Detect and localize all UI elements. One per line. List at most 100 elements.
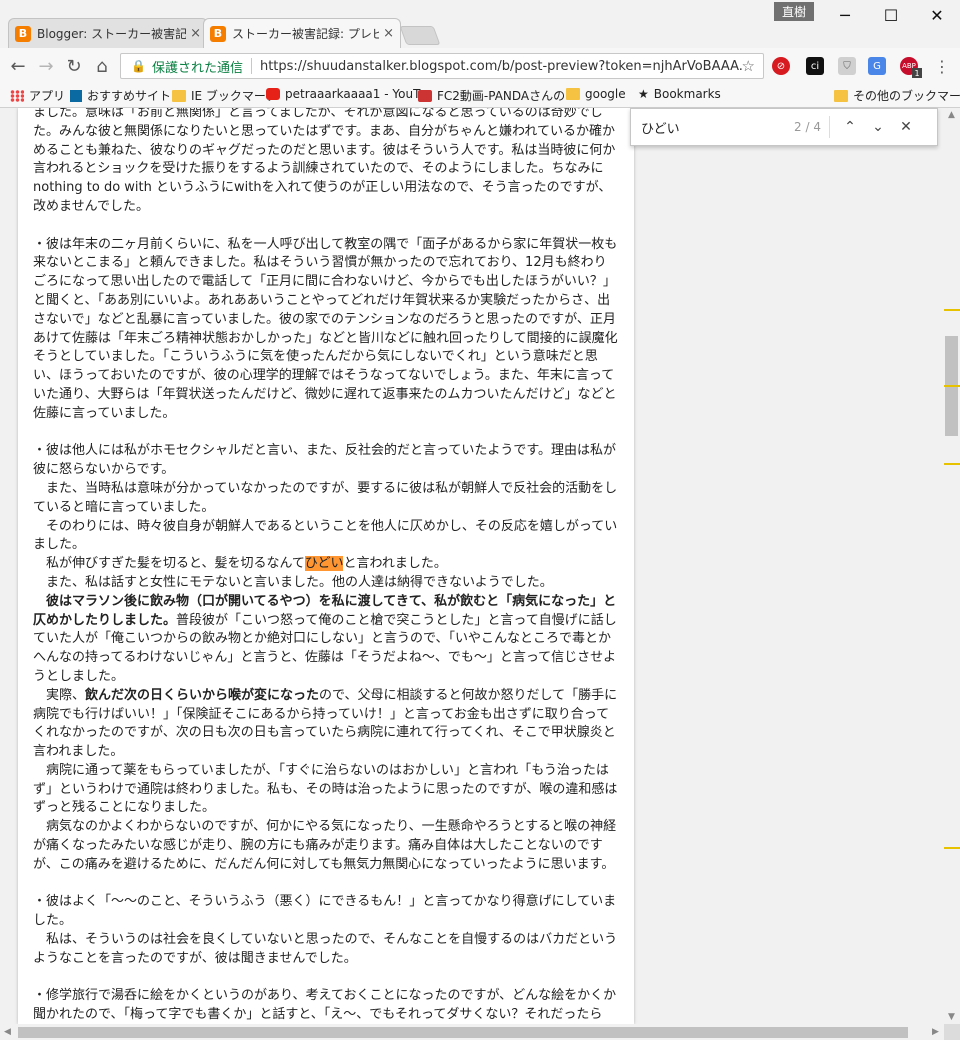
bookmark-label: petraaarkaaaa1 - YouT (285, 87, 421, 101)
vertical-scrollbar[interactable] (944, 108, 960, 1024)
bookmark-fc2[interactable]: FC2動画-PANDAさんの (418, 87, 565, 104)
text-line: 来ないとこまる」と頼んできました。私はそういう習慣が無かったので忘れており、12… (33, 255, 607, 271)
bookmark-bookmarks[interactable]: ★ Bookmarks (638, 87, 721, 101)
text-line: また、当時私は意味が分かっていなかったのですが、要するに彼は私が朝鮮人で反社会的… (33, 480, 618, 496)
text-line: さないで」などと乱暴に言っていました。彼の家でのテンションなのだろうと思ったので… (33, 311, 616, 327)
text-line: 言われました。 (33, 744, 124, 760)
tab-blogger-editor[interactable]: B Blogger: ストーカー被害記録 × (8, 18, 208, 48)
tab-close-icon[interactable]: × (190, 26, 201, 41)
text-line: うとしました。 (33, 668, 125, 684)
translate-icon[interactable]: G (868, 57, 886, 75)
profile-button[interactable]: 直樹 (774, 2, 814, 21)
text-line: た。みんな彼と無関係になりたいと思っていたはずです。まあ、自分がちゃんと嫌われて… (33, 123, 616, 139)
text-line: が痛くなったみたいな感じが走り、腕の方にも痛みが走ります。痛み自体は大したことな… (33, 838, 603, 854)
find-next-icon[interactable]: ⌄ (864, 115, 892, 139)
bing-icon (70, 89, 82, 102)
page-viewport[interactable]: ました。意味は「お前と無関係」と言ってましたが、それが意図になると思っているのは… (0, 108, 944, 1024)
bookmark-label: アプリ (29, 89, 66, 103)
find-match-marker (944, 847, 960, 849)
text-line: めることも兼ねた、彼なりのギャグだったのだと思います。彼はそういう人です。私は当… (33, 142, 616, 158)
bookmark-google[interactable]: google (566, 87, 626, 101)
bookmark-other[interactable]: その他のブックマーク (834, 87, 960, 104)
bookmark-apps[interactable]: アプリ (10, 87, 65, 104)
text-line: 仄めかしたりしました。普段彼が「こいつ怒って俺のこと槍で突こうとした」と言って自… (33, 612, 623, 631)
address-bar[interactable]: 🔒 保護された通信 https://shuudanstalker.blogspo… (120, 53, 764, 79)
find-bar: ひどい 2 / 4 ⌃ ⌄ ✕ (630, 108, 938, 146)
bookmark-star-icon[interactable]: ☆ (742, 57, 755, 75)
lock-icon[interactable]: 🔒 (131, 59, 146, 73)
text-line: へんなの持ってるわけないじゃん」と言うと、佐藤は「そうだよね～、でも～」と言って… (33, 650, 617, 666)
tab-post-preview[interactable]: B ストーカー被害記録: プレビュー × (203, 18, 401, 48)
back-button[interactable]: ← (6, 54, 30, 78)
bookmark-youtube[interactable]: petraaarkaaaa1 - YouT (266, 87, 420, 101)
text-line: ました。 (33, 537, 86, 553)
text-segment: 普段彼が「こいつ怒って俺のこと槍で突こうとした」と言って自慢げに話し (176, 612, 617, 628)
forward-button[interactable]: → (34, 54, 58, 78)
text-line: 彼に怒らないからです。 (33, 462, 175, 478)
find-previous-icon[interactable]: ⌃ (836, 115, 864, 139)
find-close-icon[interactable]: ✕ (892, 115, 920, 139)
text-line: 佐藤に言っていました。 (33, 405, 176, 421)
text-line: ようなことを言ったのですが、彼は聞きませんでした。 (33, 950, 357, 966)
bookmark-label: google (585, 87, 626, 101)
text-line: そうとしていました。「こういうふうに気を使ったんだから気にしないでくれ」という意… (33, 349, 598, 365)
scroll-up-arrow-icon[interactable]: ▲ (948, 110, 955, 120)
text-segment: ので、父母に相談すると何故か怒りだして「勝手に (319, 687, 618, 703)
find-result-count: 2 / 4 (794, 120, 821, 134)
text-line: 言われるとショックを受けた振りをするよう訓練されていたので、そのようにしました。… (33, 161, 604, 177)
text-line: ず」というわけで通院は終わりました。私も、その時は治ったように思ったのですが、喉… (33, 781, 618, 797)
post-body: ました。意味は「お前と無関係」と言ってましたが、それが意図になると思っているのは… (33, 108, 623, 1024)
minimize-icon[interactable]: ─ (822, 0, 868, 30)
url-text[interactable]: https://shuudanstalker.blogspot.com/b/po… (260, 59, 742, 74)
find-match-marker (944, 309, 960, 311)
star-icon: ★ (638, 87, 649, 101)
reload-button[interactable]: ↻ (62, 54, 86, 78)
text-line: nothing to do with というふうにwithを入れて使うのが正しい… (33, 180, 612, 196)
find-input[interactable]: ひどい (641, 118, 781, 137)
maximize-icon[interactable]: ☐ (868, 0, 914, 30)
text-line: い、ほうっておいたのですが、彼の心理学的理解ではそうなってないでしょう。また、年… (33, 368, 615, 384)
toolbar: ← → ↻ ⌂ 🔒 保護された通信 https://shuudanstalker… (0, 48, 960, 84)
adblock-badge: 1 (912, 68, 922, 78)
scroll-right-arrow-icon[interactable]: ▶ (932, 1027, 939, 1037)
text-line: と聞くと、「ああ別にいいよ。あれああいうことやってどれだけ年賀状来るか実験だった… (33, 292, 611, 308)
folder-icon (172, 89, 186, 102)
divider (250, 58, 252, 74)
home-button[interactable]: ⌂ (90, 54, 114, 78)
scroll-down-arrow-icon[interactable]: ▼ (948, 1012, 955, 1022)
title-bar: B Blogger: ストーカー被害記録 × B ストーカー被害記録: プレビュ… (0, 0, 960, 48)
text-line: ていると暗に言っていました。 (33, 499, 215, 515)
scroll-left-arrow-icon[interactable]: ◀ (4, 1027, 11, 1037)
trend-micro-icon[interactable]: ⊘ (772, 57, 790, 75)
bookmark-label: Bookmarks (653, 87, 721, 101)
tab-close-icon[interactable]: × (383, 26, 394, 41)
bookmark-recommended-sites[interactable]: おすすめサイト (70, 87, 171, 104)
secure-connection-label[interactable]: 保護された通信 (152, 57, 243, 76)
shield-icon[interactable]: ⛉ (838, 57, 856, 75)
bookmark-label: FC2動画-PANDAさんの (437, 89, 566, 103)
new-tab-button[interactable] (399, 26, 441, 45)
blogger-favicon-icon: B (15, 25, 31, 42)
text-line: ました。意味は「お前と無関係」と言ってましたが、それが意図になると思っているのは… (33, 108, 603, 120)
fc2-icon (418, 89, 432, 102)
text-line: 聞かれたので、「梅って字でも書くか」と話すと、「え～、でもそれってダサくない？そ… (33, 1007, 603, 1023)
text-line: ずっと残ることになりました。 (33, 800, 216, 816)
text-line: 私が伸びすぎた髪を切ると、髪を切るなんてひどいと言われました。 (33, 555, 623, 574)
bookmarks-bar: アプリ おすすめサイト IE ブックマーク petraaarkaaaa1 - Y… (0, 84, 960, 108)
horizontal-scroll-thumb[interactable] (18, 1027, 908, 1038)
text-line: あけて佐藤は「年末ごろ精神状態おかしかった」などと皆川などに触れ回ったりして間接… (33, 330, 618, 346)
ci-icon[interactable]: ci (806, 57, 824, 75)
chrome-menu-icon[interactable]: ⋮ (930, 54, 954, 78)
find-match-marker (944, 385, 960, 387)
tab-label: ストーカー被害記録: プレビュー (232, 27, 380, 41)
blogger-favicon-icon: B (210, 25, 226, 42)
text-line: 病気なのかよくわからないのですが、何かにやる気になったり、一生懸命やろうとすると… (33, 819, 617, 835)
close-window-icon[interactable]: ✕ (914, 0, 960, 30)
bookmark-ie-bookmarks[interactable]: IE ブックマーク (172, 87, 278, 104)
text-line: いた通り、大野らは「年賀状送ったんだけど、微妙に遅れて返事来たのムカついたんだけ… (33, 386, 617, 402)
text-segment: と言われました。 (343, 556, 447, 572)
youtube-icon (266, 88, 280, 100)
bookmark-label: おすすめサイト (87, 89, 172, 103)
bookmark-label: IE ブックマーク (191, 89, 278, 103)
text-line: ごろになって思い出したので電話して「正月に間に合わないけど、今からでも出したほう… (33, 274, 616, 290)
